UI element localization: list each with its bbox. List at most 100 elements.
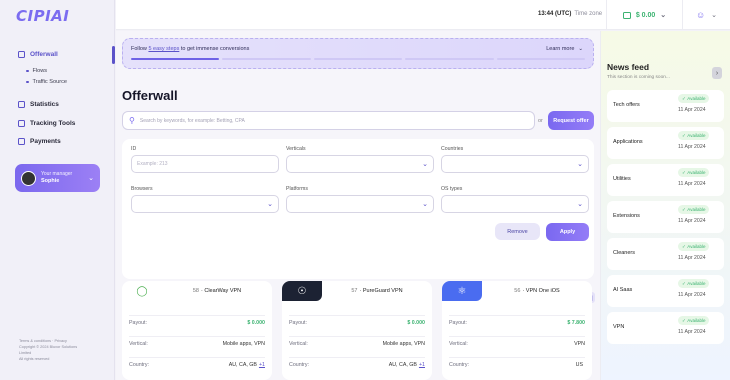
learn-more-button[interactable]: Learn more ⌄	[546, 46, 583, 52]
banner-suffix: to get immense conversions	[180, 46, 250, 52]
banner-steps-link[interactable]: 5 easy steps	[148, 46, 179, 52]
browsers-label: Browsers	[131, 186, 153, 192]
request-offer-button[interactable]: Request offer	[548, 111, 594, 130]
grid-icon	[18, 51, 25, 58]
topbar: 13:44 (UTC) Time zone $ 0.00 ⌄ ☺ ⌄	[116, 0, 730, 30]
news-feed-subtitle: This section is coming soon...	[607, 75, 670, 80]
status-badge: ✓ Available	[678, 94, 710, 103]
user-menu[interactable]: ☺ ⌄	[682, 0, 730, 30]
offer-header: 56 · VPN One iOS	[514, 288, 560, 294]
news-item[interactable]: Utilities ✓ Available 11 Apr 2024	[607, 164, 724, 196]
wallet-icon	[622, 11, 631, 19]
news-item[interactable]: AI Saas ✓ Available 11 Apr 2024	[607, 275, 724, 307]
shield-icon: ◯	[136, 285, 148, 297]
sidebar-item-label: Tracking Tools	[30, 120, 76, 127]
check-icon: ✓	[682, 280, 686, 286]
id-placeholder: Example: 213	[137, 161, 168, 167]
status-badge: ✓ Available	[678, 205, 710, 214]
progress-step	[131, 58, 220, 60]
offer-id: 57	[351, 288, 358, 294]
browsers-select[interactable]: ⌄	[131, 195, 279, 213]
news-item-date: 11 Apr 2024	[678, 144, 706, 150]
platforms-select[interactable]: ⌄	[286, 195, 434, 213]
news-item[interactable]: VPN ✓ Available 11 Apr 2024	[607, 312, 724, 344]
offer-payout-row: Payout: $ 0.000	[289, 315, 425, 329]
news-item[interactable]: Applications ✓ Available 11 Apr 2024	[607, 127, 724, 159]
status-label: Available	[687, 244, 706, 249]
news-item-date: 11 Apr 2024	[678, 218, 706, 224]
check-icon: ✓	[682, 317, 686, 323]
country-label: Country:	[129, 361, 150, 368]
news-item[interactable]: Extensions ✓ Available 11 Apr 2024	[607, 201, 724, 233]
vertical-label: Vertical:	[289, 340, 308, 347]
offer-card[interactable]: ⚛ 56 · VPN One iOS Payout: $ 7.800 Vertica…	[442, 281, 592, 380]
sidebar-item-payments[interactable]: Payments	[18, 138, 61, 145]
sidebar-subitem-traffic-source[interactable]: Traffic Source	[26, 79, 67, 85]
news-item-title: Tech offers	[613, 102, 640, 108]
main-content: Follow 5 easy steps to get immense conve…	[116, 31, 600, 380]
avatar	[21, 170, 36, 186]
manager-card[interactable]: Your manager Sophie ⌄	[15, 164, 100, 192]
progress-step	[405, 58, 494, 60]
chevron-down-icon: ⌄	[578, 46, 583, 52]
search-input[interactable]: ⚲ Search by keywords, for example: Betti…	[122, 111, 535, 130]
lock-icon: ⚛	[457, 285, 467, 297]
verticals-select[interactable]: ⌄	[286, 155, 434, 173]
news-item-date: 11 Apr 2024	[678, 181, 706, 187]
country-value: AU, CA, GB	[388, 361, 417, 368]
offer-name: PureGuard VPN	[362, 288, 403, 294]
country-label: Country:	[289, 361, 310, 368]
wallet-icon	[18, 138, 25, 145]
id-label: ID	[131, 146, 137, 152]
chevron-down-icon: ⌄	[577, 161, 583, 168]
offer-card[interactable]: ☉ 57 · PureGuard VPN Payout: $ 0.000 Verti…	[282, 281, 432, 380]
footer-rights: All rights reserved	[19, 356, 50, 361]
id-field[interactable]: Example: 213	[131, 155, 279, 173]
vertical-value: VPN	[574, 340, 585, 347]
status-label: Available	[687, 133, 706, 138]
brand-logo[interactable]: CIPIAI	[16, 7, 69, 25]
sidebar-subitem-flows[interactable]: Flows	[26, 68, 47, 74]
country-value: US	[575, 361, 583, 368]
offer-card[interactable]: ◯ 58 · ClearWay VPN Payout: $ 0.000 Vertic…	[122, 281, 272, 380]
remove-filters-button[interactable]: Remove	[495, 223, 540, 240]
check-icon: ✓	[682, 95, 686, 101]
countries-select[interactable]: ⌄	[441, 155, 589, 173]
banner-prefix: Follow	[131, 46, 147, 52]
check-icon: ✓	[682, 206, 686, 212]
payout-label: Payout:	[129, 319, 147, 326]
offer-country-row: Country: AU, CA, GB +1	[289, 357, 425, 371]
country-label: Country:	[449, 361, 470, 368]
page-title: Offerwall	[122, 88, 178, 103]
sidebar-item-label: Statistics	[30, 101, 59, 108]
news-item[interactable]: Tech offers ✓ Available 11 Apr 2024	[607, 90, 724, 122]
more-countries-link[interactable]: +1	[419, 362, 425, 368]
progress-step	[222, 58, 311, 60]
sidebar-item-statistics[interactable]: Statistics	[18, 101, 59, 108]
target-icon	[18, 120, 25, 127]
filters-panel: ID Example: 213 Verticals ⌄ Countries ⌄ …	[122, 139, 594, 279]
offer-logo: ◯	[122, 281, 162, 301]
country-value: AU, CA, GB	[228, 361, 257, 368]
news-item-title: AI Saas	[613, 287, 633, 293]
sidebar-item-offerwall[interactable]: Offerwall	[18, 51, 58, 58]
guard-icon: ☉	[297, 285, 307, 297]
news-item[interactable]: Cleaners ✓ Available 11 Apr 2024	[607, 238, 724, 270]
chevron-down-icon: ⌄	[577, 201, 583, 208]
chevron-right-icon[interactable]: ›	[712, 67, 722, 79]
news-item-date: 11 Apr 2024	[678, 107, 706, 113]
vertical-label: Vertical:	[129, 340, 148, 347]
balance-button[interactable]: $ 0.00 ⌄	[606, 0, 682, 30]
vertical-value: Mobile apps, VPN	[382, 340, 425, 347]
offer-header: 57 · PureGuard VPN	[351, 288, 403, 294]
timezone-label: Time zone	[574, 11, 603, 17]
more-countries-link[interactable]: +1	[259, 362, 265, 368]
os-types-label: OS types	[441, 186, 463, 192]
os-types-select[interactable]: ⌄	[441, 195, 589, 213]
apply-filters-button[interactable]: Apply	[546, 223, 589, 241]
payout-value: $ 0.000	[407, 319, 425, 326]
manager-title: Your manager	[41, 171, 73, 178]
payout-label: Payout:	[289, 319, 307, 326]
sidebar-item-tracking-tools[interactable]: Tracking Tools	[18, 120, 75, 127]
status-label: Available	[687, 207, 706, 212]
